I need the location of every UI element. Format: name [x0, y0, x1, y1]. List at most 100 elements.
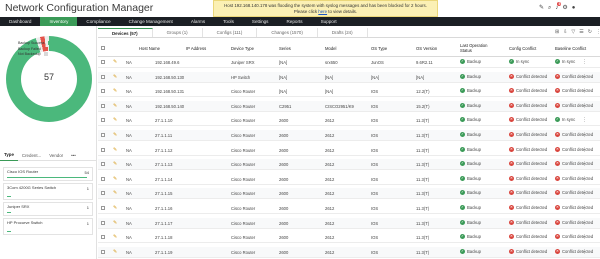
row-checkbox[interactable] — [101, 147, 105, 152]
row-checkbox[interactable] — [101, 74, 105, 79]
row-actions-icon[interactable]: ⋮ — [582, 234, 587, 240]
tab-configs[interactable]: Configs (111) — [203, 28, 258, 37]
row-checkbox[interactable] — [101, 235, 105, 240]
columns-icon[interactable]: ☰ — [579, 29, 583, 36]
row-actions-icon[interactable]: ⋮ — [582, 88, 587, 94]
row-checkbox[interactable] — [101, 176, 105, 181]
row-actions-icon[interactable]: ⋮ — [582, 132, 587, 138]
router-icon[interactable]: ✎ — [113, 59, 117, 65]
refresh-icon[interactable]: ↻ — [588, 29, 592, 36]
table-row[interactable]: ✎ NA 192.168.50.130 HP Switch [NA] [NA] [NA] [N… — [98, 71, 600, 83]
table-row[interactable]: ✎ NA 27.1.1.11 Cisco Router 2600 2612 IOS 11.3(… — [98, 130, 600, 141]
router-icon[interactable]: ✎ — [113, 220, 117, 226]
type-item[interactable]: 3Com 4200G Series Switch 1 — [3, 183, 93, 200]
legend-backup-success[interactable]: Backup Success — [18, 41, 52, 46]
type-item[interactable]: HP Procurve Switch 1 — [3, 218, 93, 235]
col-device-type[interactable]: Device Type — [231, 46, 254, 51]
router-icon[interactable]: ✎ — [113, 103, 117, 109]
more-options-icon[interactable]: ⋮ — [596, 29, 600, 36]
col-os-version[interactable]: OS Version — [416, 46, 437, 51]
nav-alarms[interactable]: Alarms — [182, 17, 214, 26]
col-last-operation-status[interactable]: Last Operation Status — [460, 43, 494, 53]
table-row[interactable]: ✎ NA 192.168.50.140 Cisco Router C2951 CISCO2… — [98, 100, 600, 112]
pin-icon[interactable]: ✎ — [539, 5, 544, 12]
nav-settings[interactable]: Settings — [243, 17, 278, 26]
row-actions-icon[interactable]: ⋮ — [582, 117, 587, 123]
table-row[interactable]: ✎ NA 192.168.50.131 Cisco Router [NA] [NA] IOS… — [98, 86, 600, 98]
legend-backup-failed[interactable]: Backup Failed — [18, 47, 52, 52]
router-icon[interactable]: ✎ — [113, 161, 117, 167]
select-all-checkbox[interactable] — [101, 46, 105, 50]
nav-change-management[interactable]: Change Management — [120, 17, 182, 26]
router-icon[interactable]: ✎ — [113, 117, 117, 123]
table-row[interactable]: ✎ NA 27.1.1.10 Cisco Router 2600 2612 IOS 11.3(… — [98, 115, 600, 127]
tab-changes[interactable]: Changes (1570) — [257, 28, 318, 37]
row-actions-icon[interactable]: ⋮ — [582, 176, 587, 182]
table-row[interactable]: ✎ NA 27.1.1.19 Cisco Router 2600 2612 IOS 11.3(… — [98, 246, 600, 258]
user-icon[interactable]: ● — [572, 5, 576, 12]
row-checkbox[interactable] — [101, 162, 105, 167]
row-checkbox[interactable] — [101, 60, 105, 64]
table-row[interactable]: ✎ NA 27.1.1.12 Cisco Router 2600 2612 IOS 11.3(… — [98, 145, 600, 156]
row-actions-icon[interactable]: ⋮ — [582, 103, 587, 109]
col-host-name[interactable]: Host Name — [139, 46, 160, 51]
row-actions-icon[interactable]: ⋮ — [582, 220, 587, 226]
table-row[interactable]: ✎ NA 27.1.1.17 Cisco Router 2600 2612 IOS 11.3(… — [98, 217, 600, 229]
router-icon[interactable]: ✎ — [113, 147, 117, 153]
row-checkbox[interactable] — [101, 206, 105, 210]
nav-reports[interactable]: Reports — [277, 17, 311, 26]
router-icon[interactable]: ✎ — [113, 74, 117, 80]
router-icon[interactable]: ✎ — [113, 205, 117, 211]
search-icon[interactable]: ⌕ — [548, 5, 551, 12]
router-icon[interactable]: ✎ — [113, 88, 117, 94]
bell-icon[interactable]: ♪ 5 — [555, 2, 562, 12]
col-series[interactable]: Series — [279, 46, 291, 51]
row-actions-icon[interactable]: ⋮ — [582, 74, 587, 80]
table-row[interactable]: ✎ NA 27.1.1.16 Cisco Router 2600 2612 IOS 11.3(… — [98, 203, 600, 214]
type-item[interactable]: Juniper SRX 1 — [3, 202, 93, 216]
table-row[interactable]: ✎ NA 27.1.1.13 Cisco Router 2600 2612 IOS 11.3(… — [98, 159, 600, 171]
row-checkbox[interactable] — [101, 220, 105, 225]
nav-support[interactable]: Support — [312, 17, 346, 26]
table-row[interactable]: ✎ NA 192.168.49.6 Juniper SRX [NA] srx650 JunO… — [98, 57, 600, 68]
tab-groups[interactable]: Groups (1) — [153, 28, 203, 37]
col-baseline-conflict[interactable]: Baseline Conflict — [555, 46, 586, 51]
row-checkbox[interactable] — [101, 133, 105, 137]
row-checkbox[interactable] — [101, 103, 105, 108]
col-os-type[interactable]: OS Type — [371, 46, 387, 51]
nav-inventory[interactable]: Inventory — [40, 17, 78, 26]
filter-icon[interactable]: ▽ — [571, 29, 575, 36]
router-icon[interactable]: ✎ — [113, 234, 117, 240]
nav-tools[interactable]: Tools — [214, 17, 243, 26]
row-checkbox[interactable] — [101, 191, 105, 196]
more-icon[interactable]: ••• — [67, 150, 80, 161]
export-icon[interactable]: ⇩ — [563, 29, 567, 36]
table-row[interactable]: ✎ NA 27.1.1.18 Cisco Router 2600 2612 IOS 11.3(… — [98, 232, 600, 244]
type-item[interactable]: Cisco IOS Router 54 — [3, 167, 93, 181]
tab-vendor[interactable]: Vendor — [45, 150, 67, 161]
row-actions-icon[interactable]: ⋮ — [582, 59, 587, 65]
row-checkbox[interactable] — [101, 249, 105, 254]
row-actions-icon[interactable]: ⋮ — [582, 249, 587, 255]
router-icon[interactable]: ✎ — [113, 249, 117, 255]
row-checkbox[interactable] — [101, 89, 105, 94]
row-actions-icon[interactable]: ⋮ — [582, 205, 587, 211]
row-actions-icon[interactable]: ⋮ — [582, 161, 587, 167]
col-model[interactable]: Model — [325, 46, 336, 51]
row-actions-icon[interactable]: ⋮ — [582, 190, 587, 196]
gear-icon[interactable]: ⚙ — [562, 5, 567, 12]
tab-drafts[interactable]: Drafts (24) — [318, 28, 368, 37]
legend-not-backedup[interactable]: Not Backedup — [18, 52, 52, 57]
router-icon[interactable]: ✎ — [113, 176, 117, 182]
row-actions-icon[interactable]: ⋮ — [582, 147, 587, 153]
tab-credentials[interactable]: Credent... — [18, 150, 45, 161]
router-icon[interactable]: ✎ — [113, 132, 117, 138]
banner-details-link[interactable]: here — [318, 9, 327, 14]
nav-dashboard[interactable]: Dashboard — [0, 17, 40, 26]
col-ip-address[interactable]: IP Address — [186, 46, 206, 51]
nav-compliance[interactable]: Compliance — [77, 17, 119, 26]
row-checkbox[interactable] — [101, 118, 105, 123]
col-config-conflict[interactable]: Config Conflict — [509, 46, 536, 51]
tab-devices[interactable]: Devices (57) — [98, 28, 153, 37]
table-row[interactable]: ✎ NA 27.1.1.15 Cisco Router 2600 2612 IOS 11.3(… — [98, 188, 600, 200]
